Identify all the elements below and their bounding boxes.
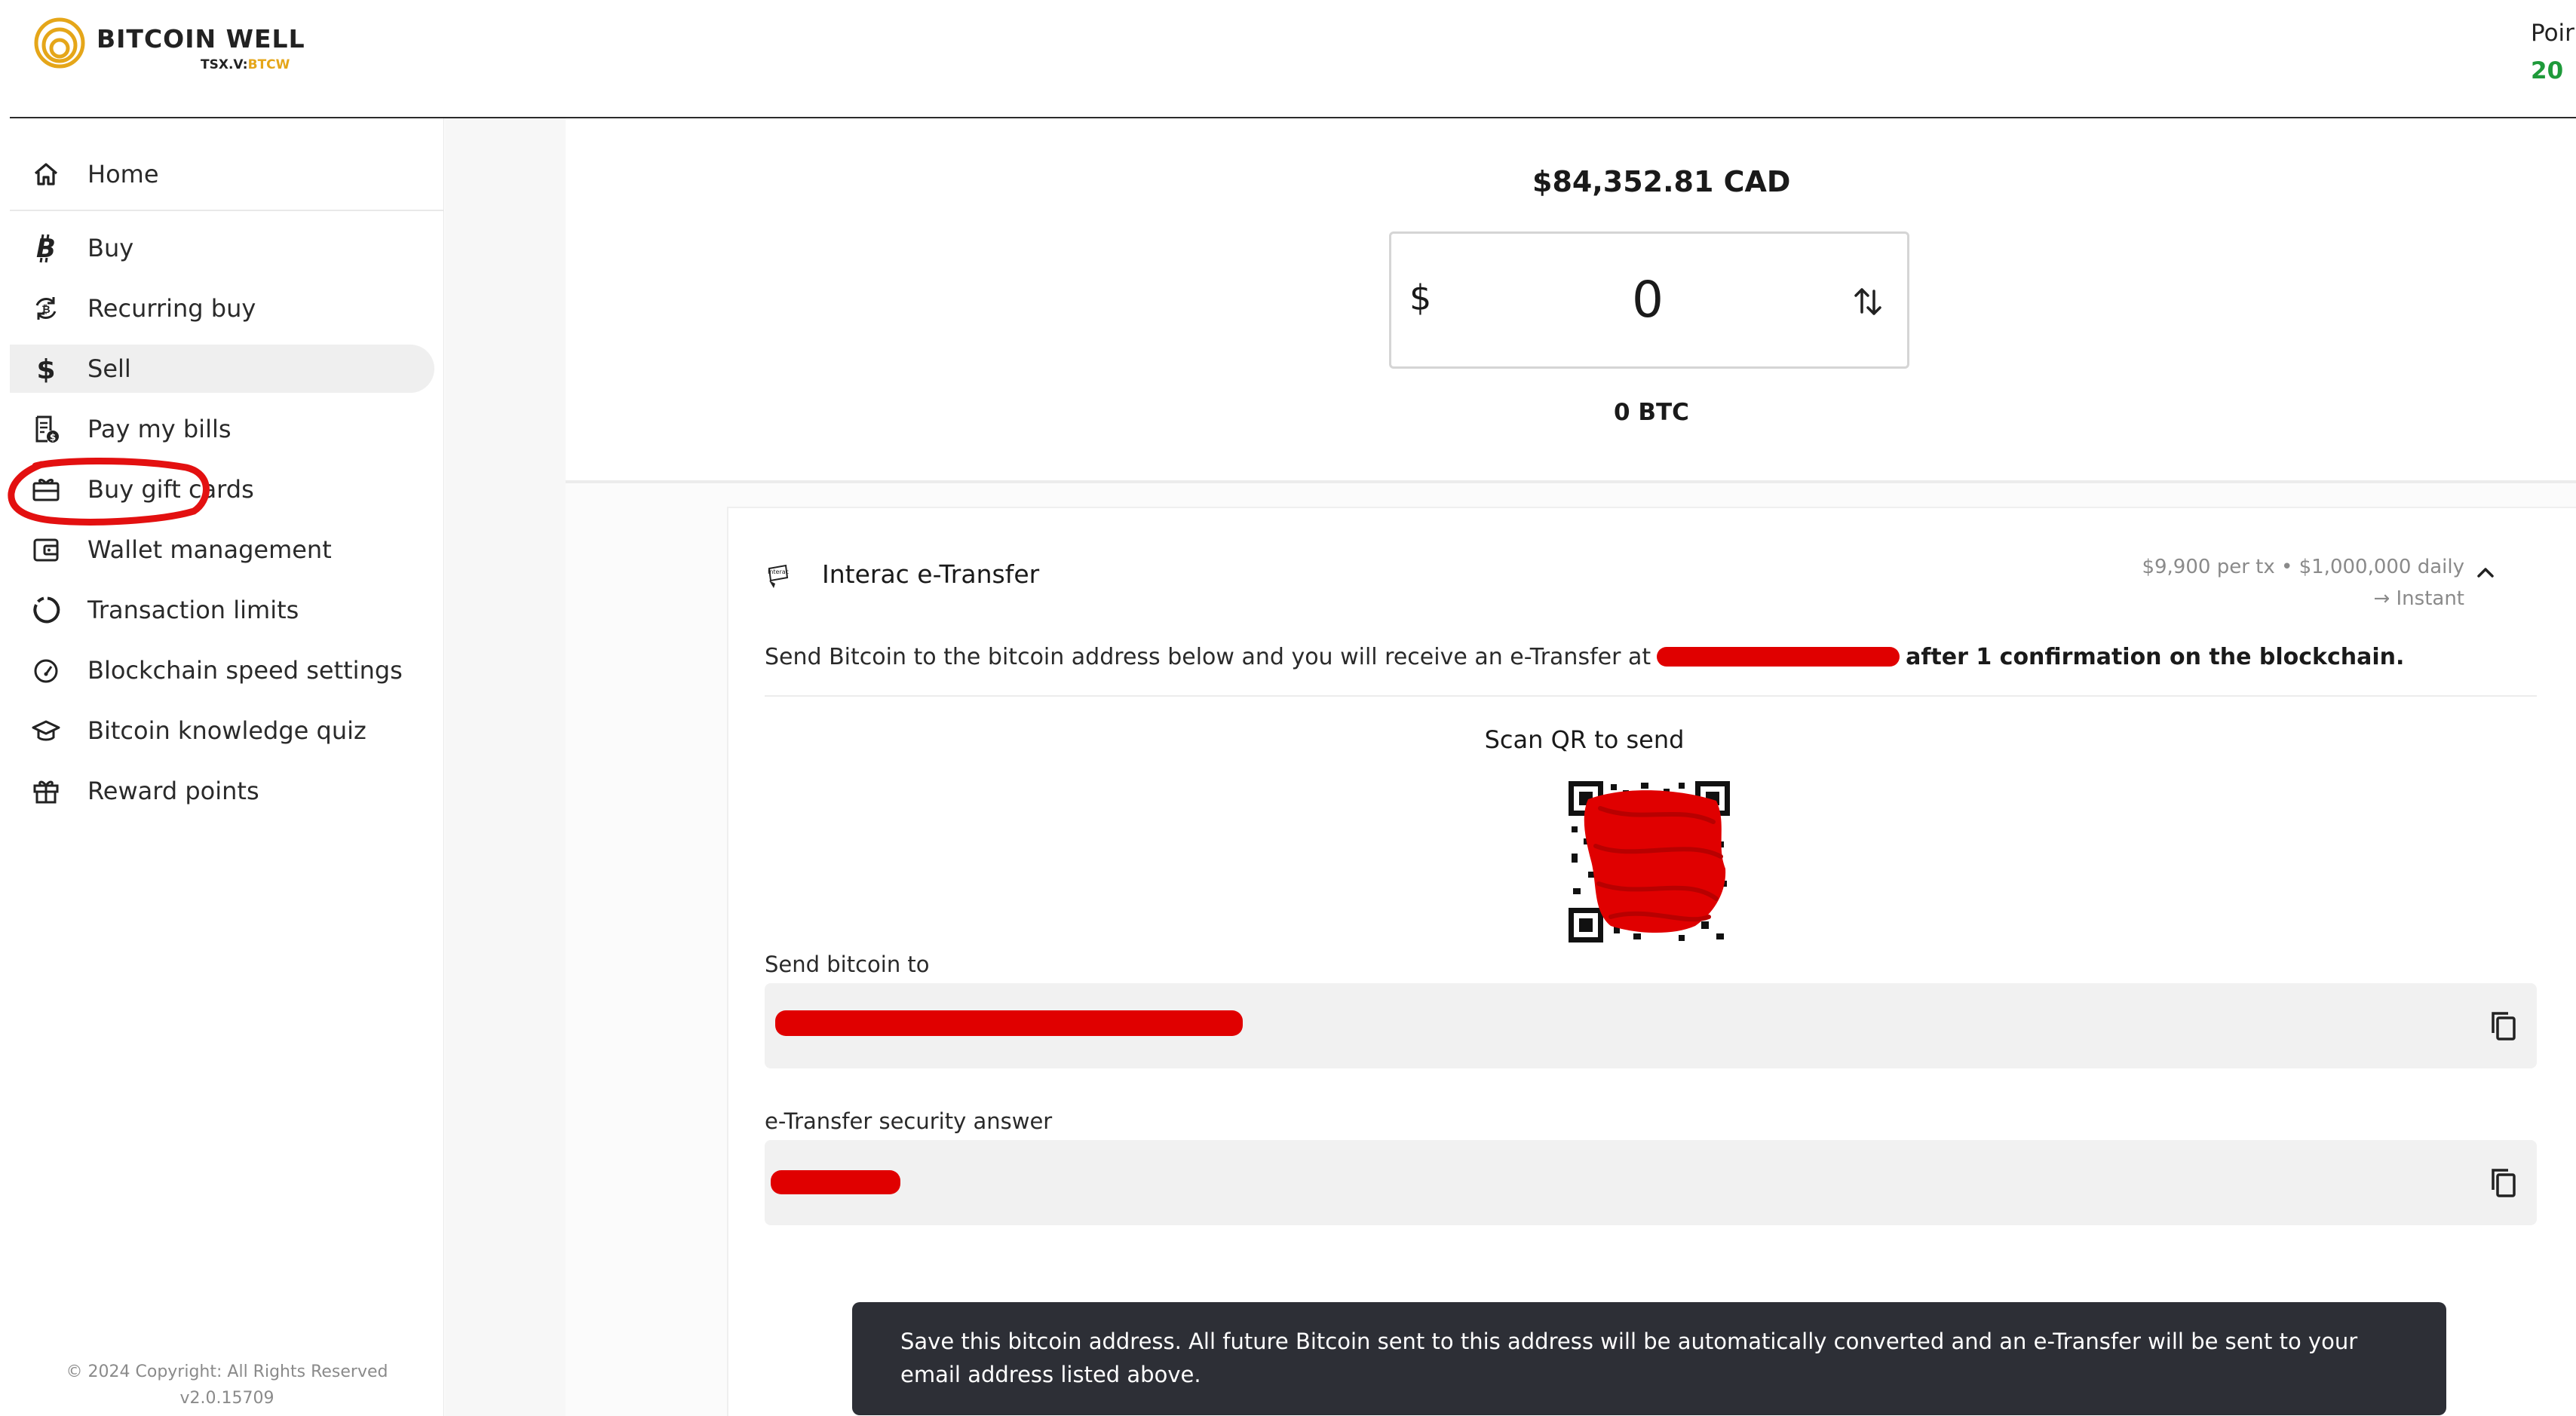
instruction-text: Send Bitcoin to the bitcoin address belo…	[765, 644, 1651, 670]
instruction-confirmation: after 1 confirmation on the blockchain.	[1906, 644, 2405, 670]
security-answer-label: e-Transfer security answer	[765, 1108, 1053, 1134]
sidebar-item-sell[interactable]: $ Sell	[10, 345, 434, 393]
sidebar-item-label: Reward points	[87, 777, 259, 805]
send-to-label: Send bitcoin to	[765, 952, 930, 977]
home-icon	[31, 159, 61, 189]
svg-text:₿: ₿	[41, 304, 50, 316]
copy-security-answer-icon[interactable]	[2487, 1166, 2520, 1200]
redacted-bitcoin-address	[775, 1010, 1243, 1036]
amount-input-box[interactable]: $	[1389, 231, 1909, 369]
security-answer-field[interactable]	[765, 1140, 2537, 1225]
speedometer-icon	[31, 655, 61, 685]
swap-currency-icon[interactable]	[1851, 282, 1884, 321]
bill-icon: $	[31, 414, 61, 444]
points-display[interactable]: Poir 20	[2531, 20, 2576, 84]
gift-icon	[31, 776, 61, 806]
sidebar-item-label: Recurring buy	[87, 294, 256, 323]
page: BITCOIN WELL TSX.V:BTCW Poir 20 Home B B…	[0, 0, 2576, 1416]
top-header: BITCOIN WELL TSX.V:BTCW Poir 20	[0, 0, 2576, 118]
sidebar-item-wallet-management[interactable]: Wallet management	[10, 526, 434, 574]
version-text: v2.0.15709	[179, 1389, 274, 1408]
payment-method-card: Interac Interac e-Transfer $9,900 per tx…	[727, 507, 2576, 1416]
copyright-text: © 2024 Copyright: All Rights Reserved	[66, 1362, 388, 1381]
sidebar: Home B Buy ₿ Recurring buy $ Sell $ Pay	[8, 118, 444, 1416]
card-divider	[765, 695, 2537, 697]
svg-text:$: $	[50, 432, 56, 443]
sidebar-item-pay-my-bills[interactable]: $ Pay my bills	[10, 405, 434, 453]
sidebar-item-recurring-buy[interactable]: ₿ Recurring buy	[10, 284, 434, 333]
sidebar-item-transaction-limits[interactable]: Transaction limits	[10, 586, 434, 634]
sidebar-item-label: Wallet management	[87, 535, 332, 564]
layout-gutter	[445, 118, 566, 1416]
sidebar-divider	[10, 210, 444, 211]
sell-panel: $84,352.81 CAD $ 0 BTC Interac Interac e…	[566, 118, 2576, 1416]
graduation-cap-icon	[31, 716, 61, 746]
sidebar-item-blockchain-speed[interactable]: Blockchain speed settings	[10, 646, 434, 694]
brand-logo[interactable]: BITCOIN WELL TSX.V:BTCW	[33, 15, 335, 75]
dollar-icon: $	[31, 354, 61, 384]
brand-name: BITCOIN WELL	[97, 24, 305, 54]
sidebar-item-bitcoin-quiz[interactable]: Bitcoin knowledge quiz	[10, 706, 434, 755]
limits-text: $9,900 per tx • $1,000,000 daily	[2142, 556, 2464, 578]
copy-address-icon[interactable]	[2487, 1009, 2520, 1044]
payment-method-title[interactable]: Interac e-Transfer	[822, 559, 1039, 589]
points-label: Poir	[2531, 20, 2574, 47]
ticker-prefix: TSX.V:	[201, 57, 248, 72]
currency-symbol: $	[1409, 277, 1432, 318]
gift-card-icon	[31, 474, 61, 504]
sidebar-item-reward-points[interactable]: Reward points	[10, 767, 434, 815]
redacted-security-answer	[771, 1170, 900, 1194]
sidebar-item-label: Blockchain speed settings	[87, 656, 403, 685]
sidebar-item-label: Buy	[87, 234, 134, 262]
sidebar-item-label: Bitcoin knowledge quiz	[87, 716, 366, 745]
brand-ticker: TSX.V:BTCW	[201, 57, 290, 72]
svg-text:Interac: Interac	[768, 569, 789, 575]
sidebar-item-label: Home	[87, 160, 159, 188]
sidebar-item-buy-gift-cards[interactable]: Buy gift cards	[10, 465, 434, 513]
svg-text:$: $	[36, 354, 55, 384]
payment-method-limits: $9,900 per tx • $1,000,000 daily → Insta…	[2012, 551, 2464, 615]
sidebar-item-home[interactable]: Home	[10, 150, 434, 198]
sell-instructions: Send Bitcoin to the bitcoin address belo…	[765, 644, 2404, 670]
sidebar-item-label: Sell	[87, 354, 131, 383]
save-address-toast: Save this bitcoin address. All future Bi…	[852, 1302, 2446, 1415]
chevron-up-icon[interactable]	[2472, 559, 2499, 587]
redacted-email	[1657, 646, 1900, 667]
sidebar-item-label: Buy gift cards	[87, 475, 254, 504]
btc-price: $84,352.81 CAD	[1532, 165, 1791, 198]
speed-text: → Instant	[2373, 587, 2464, 610]
points-value: 20	[2531, 57, 2564, 84]
limits-icon	[31, 595, 61, 625]
recurring-icon: ₿	[31, 293, 61, 323]
btc-amount: 0 BTC	[1614, 399, 1689, 426]
sidebar-item-label: Pay my bills	[87, 415, 232, 443]
logo-rings-icon	[34, 17, 85, 69]
qr-label: Scan QR to send	[1484, 725, 1685, 754]
ticker-symbol: BTCW	[247, 57, 290, 72]
amount-input[interactable]	[1467, 265, 1829, 333]
wallet-icon	[31, 535, 61, 565]
qr-code[interactable]	[1566, 778, 1733, 946]
bitcoin-address-field[interactable]	[765, 983, 2537, 1068]
sidebar-item-buy[interactable]: B Buy	[10, 224, 434, 272]
interac-logo-icon: Interac	[768, 564, 789, 588]
bitcoin-icon: B	[31, 233, 61, 263]
sidebar-item-label: Transaction limits	[87, 596, 299, 624]
